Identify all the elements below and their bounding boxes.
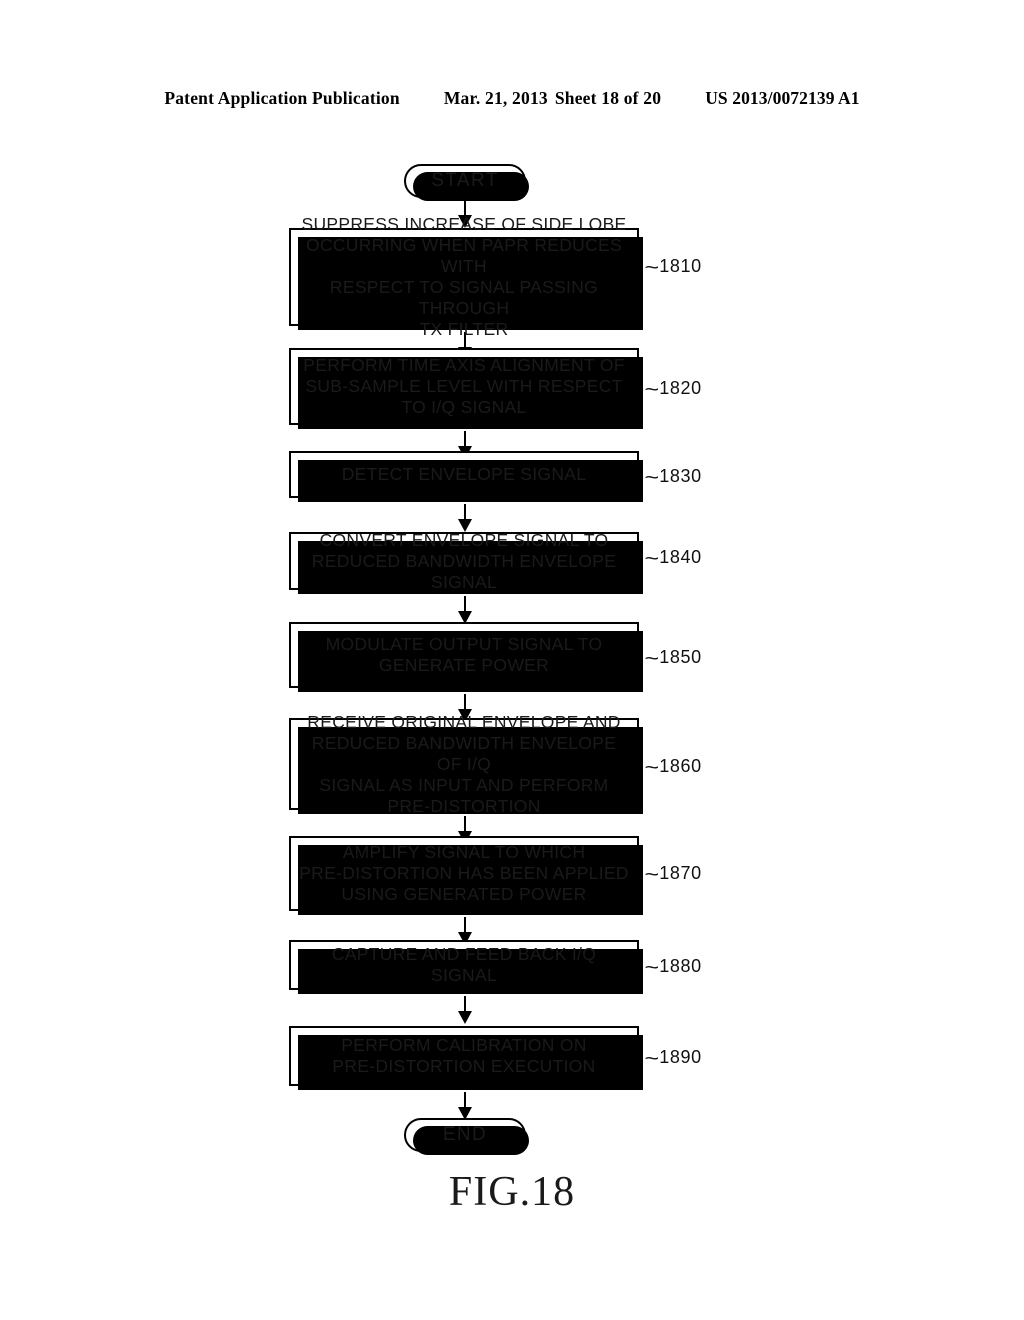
flow-step-1880-text: CAPTURE AND FEED BACK I/Q SIGNAL xyxy=(331,944,597,985)
connector-1880-to-1890 xyxy=(455,996,475,1024)
flow-step-1890: PERFORM CALIBRATION ON PRE-DISTORTION EX… xyxy=(289,1026,643,1090)
flow-end-node: END xyxy=(404,1118,529,1155)
reference-leader-icon: ~ xyxy=(644,548,660,570)
reference-leader-icon: ~ xyxy=(644,467,660,489)
reference-numeral-1890: ~1890 xyxy=(644,1046,702,1070)
flow-step-1810-text: SUPPRESS INCREASE OF SIDE LOBE OCCURRING… xyxy=(301,214,627,339)
flow-step-1860: RECEIVE ORIGINAL ENVELOPE AND REDUCED BA… xyxy=(289,712,643,816)
reference-numeral-1860-text: 1860 xyxy=(659,756,702,776)
reference-numeral-1820: ~1820 xyxy=(644,377,702,401)
reference-numeral-1830-text: 1830 xyxy=(659,466,702,486)
figure-caption: FIG.18 xyxy=(448,1169,576,1215)
reference-numeral-1890-text: 1890 xyxy=(659,1047,702,1067)
flow-step-1850: MODULATE OUTPUT SIGNAL TO GENERATE POWER xyxy=(289,622,643,692)
flow-end-label: END xyxy=(442,1124,488,1145)
flow-start-label: START xyxy=(431,170,499,191)
flow-step-1840: CONVERT ENVELOPE SIGNAL TO REDUCED BANDW… xyxy=(289,529,643,594)
reference-numeral-1870: ~1870 xyxy=(644,862,702,886)
flow-step-1860-text: RECEIVE ORIGINAL ENVELOPE AND REDUCED BA… xyxy=(307,711,621,816)
flow-step-1830: DETECT ENVELOPE SIGNAL xyxy=(289,451,643,502)
reference-numeral-1850: ~1850 xyxy=(644,646,702,670)
reference-numeral-1830: ~1830 xyxy=(644,465,702,489)
connector-1840-to-1850 xyxy=(455,596,475,624)
reference-leader-icon: ~ xyxy=(644,257,660,279)
connector-1830-to-1840 xyxy=(455,504,475,532)
reference-leader-icon: ~ xyxy=(644,379,660,401)
reference-numeral-1840: ~1840 xyxy=(644,546,702,570)
reference-leader-icon: ~ xyxy=(644,648,660,670)
reference-numeral-1880: ~1880 xyxy=(644,955,702,979)
flow-step-1840-text: CONVERT ENVELOPE SIGNAL TO REDUCED BANDW… xyxy=(311,529,617,592)
flow-start-node: START xyxy=(404,164,529,201)
reference-numeral-1880-text: 1880 xyxy=(659,956,702,976)
flow-step-1850-text: MODULATE OUTPUT SIGNAL TO GENERATE POWER xyxy=(325,634,603,675)
flow-step-1880: CAPTURE AND FEED BACK I/Q SIGNAL xyxy=(289,940,643,994)
flow-step-1870-text: AMPLIFY SIGNAL TO WHICH PRE-DISTORTION H… xyxy=(299,842,629,904)
reference-leader-icon: ~ xyxy=(644,1048,660,1070)
connector-1890-to-end xyxy=(455,1092,475,1120)
reference-numeral-1810-text: 1810 xyxy=(659,256,702,276)
flow-step-1870: AMPLIFY SIGNAL TO WHICH PRE-DISTORTION H… xyxy=(289,836,643,915)
flowchart-diagram: START SUPPRESS INCREASE OF SIDE LOBE OCC… xyxy=(0,0,1024,1320)
reference-numeral-1810: ~1810 xyxy=(644,255,702,279)
flow-step-1820: PERFORM TIME AXIS ALIGNMENT OF SUB-SAMPL… xyxy=(289,348,643,429)
reference-leader-icon: ~ xyxy=(644,864,660,886)
reference-numeral-1870-text: 1870 xyxy=(659,863,702,883)
flow-step-1810: SUPPRESS INCREASE OF SIDE LOBE OCCURRING… xyxy=(289,214,643,339)
reference-numeral-1840-text: 1840 xyxy=(659,547,702,567)
flow-step-1890-text: PERFORM CALIBRATION ON PRE-DISTORTION EX… xyxy=(332,1035,596,1076)
reference-numeral-1820-text: 1820 xyxy=(659,378,702,398)
flow-step-1820-text: PERFORM TIME AXIS ALIGNMENT OF SUB-SAMPL… xyxy=(303,355,625,417)
reference-numeral-1860: ~1860 xyxy=(644,755,702,779)
reference-numeral-1850-text: 1850 xyxy=(659,647,702,667)
flow-step-1830-text: DETECT ENVELOPE SIGNAL xyxy=(341,464,587,484)
reference-leader-icon: ~ xyxy=(644,757,660,779)
reference-leader-icon: ~ xyxy=(644,957,660,979)
